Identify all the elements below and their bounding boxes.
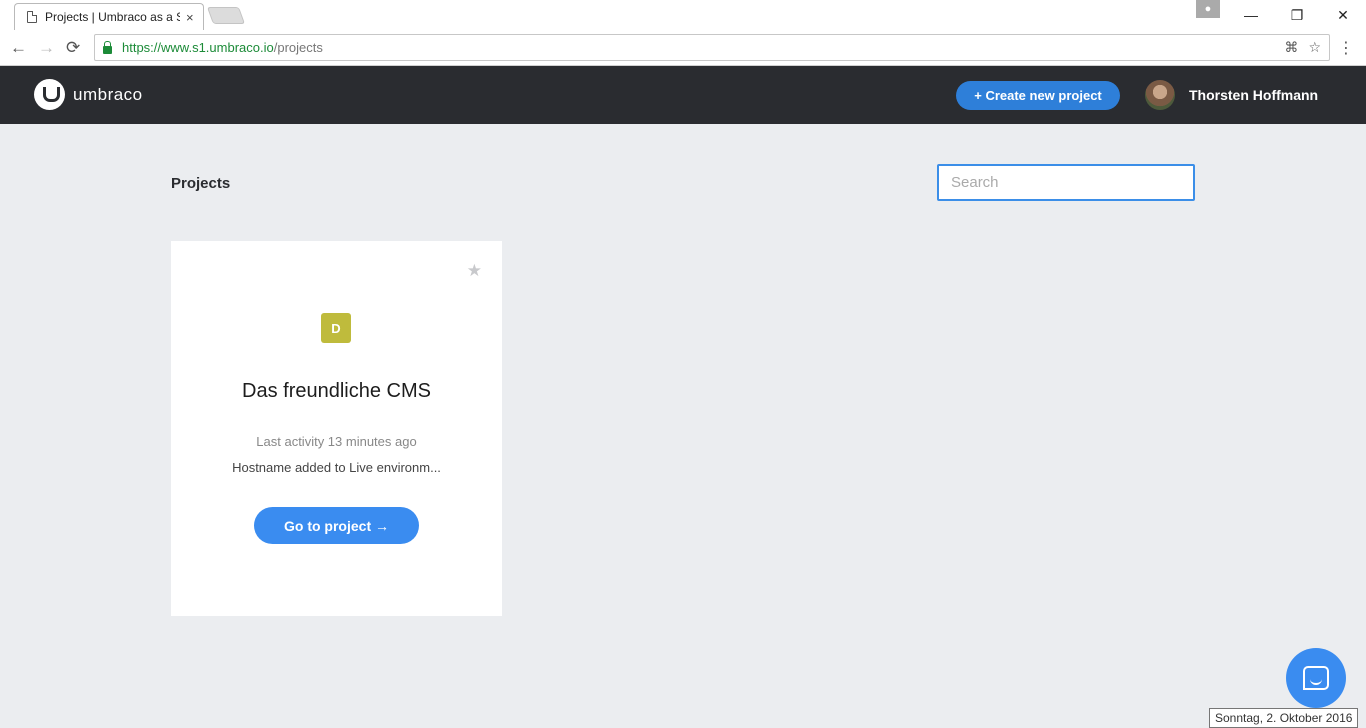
omnibox-actions: ⌘ ☆ bbox=[1284, 39, 1321, 56]
reload-icon[interactable]: ⟳ bbox=[66, 38, 80, 58]
chat-icon bbox=[1303, 666, 1329, 690]
minimize-icon[interactable]: — bbox=[1228, 7, 1274, 23]
browser-tab-strip: Projects | Umbraco as a S × ● — ❐ ✕ bbox=[0, 0, 1366, 30]
new-tab-button[interactable] bbox=[206, 7, 246, 24]
search-input[interactable] bbox=[937, 164, 1195, 201]
url-host: https://www.s1.umbraco.io bbox=[122, 40, 274, 55]
app-header: umbraco + Create new project Thorsten Ho… bbox=[0, 66, 1366, 124]
close-window-icon[interactable]: ✕ bbox=[1320, 7, 1366, 24]
project-name: Das freundliche CMS bbox=[242, 380, 431, 402]
logo-text: umbraco bbox=[73, 84, 143, 104]
forward-icon[interactable]: → bbox=[38, 38, 55, 58]
profile-icon[interactable]: ● bbox=[1196, 0, 1220, 18]
tab-close-icon[interactable]: × bbox=[186, 10, 194, 25]
browser-menu-icon[interactable]: ⋮ bbox=[1338, 38, 1354, 58]
avatar[interactable] bbox=[1145, 80, 1175, 110]
tab-title: Projects | Umbraco as a S bbox=[45, 10, 180, 24]
project-badge: D bbox=[321, 313, 351, 343]
translate-icon[interactable]: ⌘ bbox=[1284, 39, 1298, 56]
page-icon bbox=[27, 11, 37, 23]
restore-icon[interactable]: ❐ bbox=[1274, 7, 1320, 24]
project-last-activity: Last activity 13 minutes ago bbox=[256, 434, 417, 449]
lock-icon bbox=[103, 40, 112, 54]
browser-toolbar: ← → ⟳ https://www.s1.umbraco.io /project… bbox=[0, 30, 1366, 66]
project-last-event: Hostname added to Live environm... bbox=[232, 460, 441, 475]
bookmark-star-icon[interactable]: ☆ bbox=[1308, 39, 1321, 56]
create-new-project-button[interactable]: + Create new project bbox=[956, 81, 1120, 110]
project-card: ★ D Das freundliche CMS Last activity 13… bbox=[171, 241, 502, 616]
umbraco-logo[interactable]: umbraco bbox=[34, 79, 143, 110]
date-tooltip: Sonntag, 2. Oktober 2016 bbox=[1209, 708, 1359, 728]
address-bar[interactable]: https://www.s1.umbraco.io /projects ⌘ ☆ bbox=[94, 34, 1330, 61]
url-path: /projects bbox=[273, 40, 323, 55]
umbraco-logo-icon bbox=[34, 79, 65, 110]
page-title: Projects bbox=[171, 175, 231, 192]
window-controls: — ❐ ✕ bbox=[1228, 0, 1366, 30]
go-to-project-button[interactable]: Go to project → bbox=[254, 507, 419, 544]
browser-tab[interactable]: Projects | Umbraco as a S × bbox=[14, 3, 204, 30]
back-icon[interactable]: ← bbox=[10, 38, 27, 58]
chat-launcher-button[interactable] bbox=[1286, 648, 1346, 708]
user-name[interactable]: Thorsten Hoffmann bbox=[1189, 87, 1318, 103]
favorite-star-icon[interactable]: ★ bbox=[467, 261, 482, 281]
